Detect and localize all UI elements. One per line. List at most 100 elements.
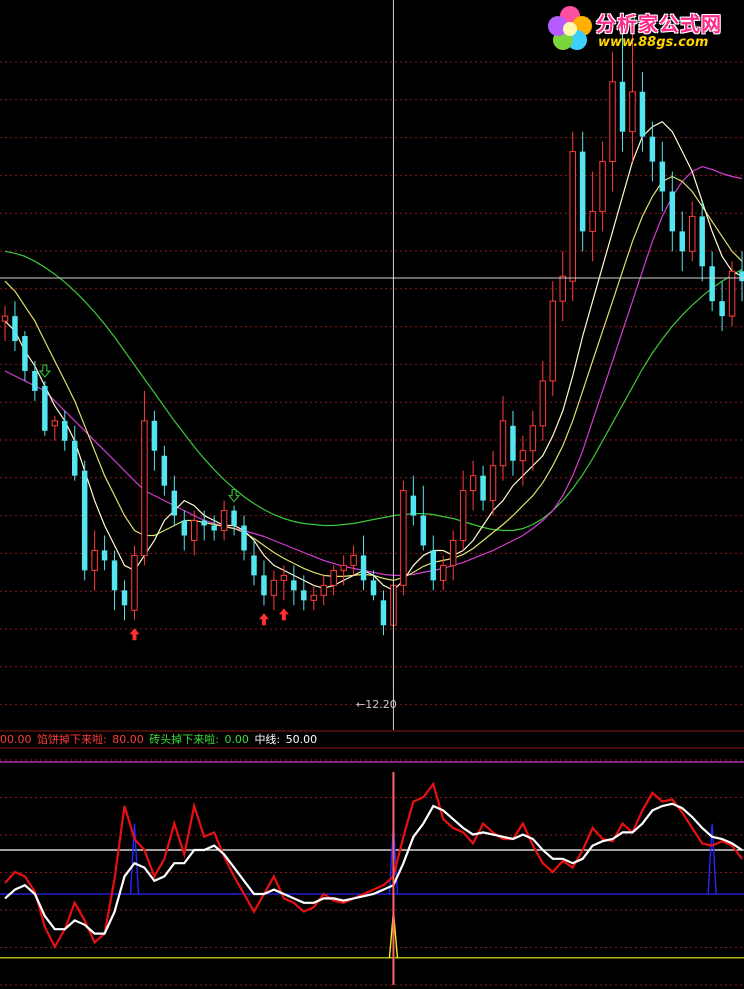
candle-body-down xyxy=(679,231,686,252)
candle-body-up xyxy=(589,210,596,232)
candle-body-down xyxy=(739,271,744,282)
candle-body-up xyxy=(270,579,278,596)
candle-body-down xyxy=(62,420,68,441)
candle-body-down xyxy=(370,580,377,596)
low-arrow-icon: ← xyxy=(356,698,366,711)
candle-body-down xyxy=(699,216,705,267)
candle-body-up xyxy=(688,215,696,252)
candle-body-up xyxy=(141,420,148,556)
candle-body-down xyxy=(649,136,656,162)
moving-average-lines xyxy=(4,120,743,592)
indicator-lines xyxy=(4,781,743,958)
candle-body-up xyxy=(469,475,477,492)
buy-arrow-icon xyxy=(278,608,289,621)
candle-body-down xyxy=(121,590,128,606)
candle-body-down xyxy=(619,81,626,132)
candle-body-down xyxy=(12,316,18,342)
buy-arrow-icon xyxy=(129,628,140,641)
candle-body-down xyxy=(201,520,207,526)
main-grid xyxy=(0,61,744,749)
low-price-label: ←12.20 xyxy=(356,698,397,711)
candle-body-down xyxy=(111,560,118,591)
candle-body-up xyxy=(569,151,576,282)
candle-body-down xyxy=(430,550,437,581)
legend-item-3-value: 0.00 xyxy=(224,733,249,746)
low-price-value: 12.20 xyxy=(365,698,397,711)
candle-body-up xyxy=(280,574,288,581)
candle-body-down xyxy=(71,440,78,476)
candle-body-down xyxy=(241,525,247,551)
candle-body-down xyxy=(709,266,715,302)
candle-body-up xyxy=(310,594,317,601)
candle-body-down xyxy=(42,385,48,431)
candle-body-down xyxy=(261,575,267,596)
candle-body-up xyxy=(131,554,138,611)
candle-body-up xyxy=(459,490,467,541)
candle-body-down xyxy=(719,301,725,317)
sell-arrow-icon xyxy=(38,364,51,378)
candlesticks xyxy=(1,21,744,691)
candle-body-up xyxy=(519,450,527,462)
candle-body-up xyxy=(449,539,457,566)
candle-body-up xyxy=(330,569,337,586)
candle-body-down xyxy=(420,515,427,546)
ma_purple-line xyxy=(4,165,743,577)
legend-item-3-label: 砖头掉下来啦: xyxy=(149,733,219,746)
flower-logo-icon xyxy=(548,6,592,50)
legend-item-4-value: 50.00 xyxy=(285,733,318,746)
candle-body-up xyxy=(499,420,507,467)
candle-body-down xyxy=(171,490,178,516)
legend-item-1-value: 00.00 xyxy=(0,733,32,746)
candle-body-down xyxy=(251,555,257,576)
candle-body-down xyxy=(510,425,516,461)
candle-body-down xyxy=(480,475,486,501)
indicator-spike xyxy=(129,823,140,895)
candle-body-up xyxy=(51,420,59,427)
buy-arrow-icon xyxy=(258,613,269,626)
logo-title: 分析家公式网 xyxy=(596,12,722,36)
candle-body-down xyxy=(410,495,417,516)
stock-chart[interactable] xyxy=(0,0,744,989)
candle-body-down xyxy=(639,91,646,137)
legend-item-4-label: 中线: xyxy=(254,733,281,746)
candle-body-down xyxy=(659,161,666,192)
candle-body-up xyxy=(629,91,636,133)
candle-body-down xyxy=(360,555,367,581)
indicator-series-line xyxy=(4,781,743,950)
candle-body-down xyxy=(669,191,676,232)
signal-arrows xyxy=(38,15,639,641)
site-logo[interactable]: 分析家公式网 www.88gs.com xyxy=(544,2,742,58)
candle-body-up xyxy=(559,275,566,302)
indicator-grid xyxy=(0,759,744,986)
candle-body-down xyxy=(151,420,158,451)
candle-body-up xyxy=(609,81,616,163)
legend-item-2-label: 馅饼掉下来啦: xyxy=(37,733,107,746)
ma_green-line xyxy=(4,250,743,532)
candle-body-up xyxy=(91,549,98,571)
candle-body-up xyxy=(340,564,347,571)
candle-body-up xyxy=(549,300,557,382)
candle-body-down xyxy=(161,455,168,486)
candle-body-up xyxy=(400,490,407,586)
candle-body-down xyxy=(211,525,217,531)
candle-body-up xyxy=(350,554,357,566)
candle-body-down xyxy=(291,580,297,591)
candle-body-down xyxy=(231,510,237,526)
candle-body-up xyxy=(599,161,606,212)
candle-body-down xyxy=(101,550,108,561)
candle-body-down xyxy=(81,470,88,571)
candle-body-up xyxy=(320,584,327,596)
candle-body-up xyxy=(1,315,9,322)
candle-body-down xyxy=(380,600,387,626)
legend-item-2-value: 80.00 xyxy=(112,733,144,746)
logo-url[interactable]: www.88gs.com xyxy=(598,35,708,50)
candle-body-down xyxy=(181,520,188,536)
candle-body-up xyxy=(190,520,198,541)
candle-body-up xyxy=(489,465,497,502)
candle-body-down xyxy=(32,370,38,391)
candle-body-down xyxy=(22,336,28,371)
candle-body-down xyxy=(301,590,307,601)
candle-body-up xyxy=(220,510,228,532)
candle-body-up xyxy=(539,380,547,427)
indicator-legend: 00.00 馅饼掉下来啦: 80.00 砖头掉下来啦: 0.00 中线: 50.… xyxy=(0,731,319,747)
